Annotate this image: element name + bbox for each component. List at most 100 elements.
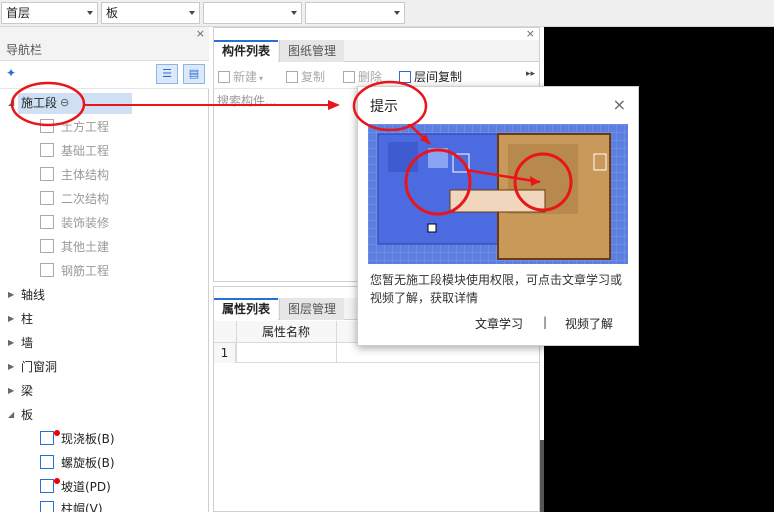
category-select-value: 板: [106, 6, 119, 20]
sub-item-decoration[interactable]: 装饰装修: [40, 212, 109, 234]
collapsed-arrow-icon[interactable]: ▶: [8, 308, 14, 330]
copy-button[interactable]: 复制: [286, 68, 325, 85]
sub-item-rebar[interactable]: 钢筋工程: [40, 260, 109, 282]
floor-select[interactable]: 首层: [1, 2, 98, 24]
new-badge-dot: [54, 478, 60, 484]
tree-item-label: 柱: [21, 312, 34, 326]
collapsed-arrow-icon[interactable]: ▶: [8, 356, 14, 378]
article-link[interactable]: 文章学习: [475, 315, 523, 332]
nav-title: 导航栏: [6, 43, 43, 57]
collapsed-arrow-icon[interactable]: ▶: [8, 380, 14, 402]
chevron-down-icon: [394, 11, 400, 15]
earthwork-icon: [40, 119, 54, 133]
sub-item-other-civil[interactable]: 其他土建: [40, 236, 109, 258]
panel-splitter[interactable]: [540, 440, 544, 512]
sub-item-label: 土方工程: [61, 120, 110, 134]
sub-item-main-structure[interactable]: 主体结构: [40, 164, 109, 186]
expand-arrow-icon[interactable]: ◢: [8, 92, 14, 114]
tree-view-icon[interactable]: ▤: [183, 64, 205, 84]
sub-item-label: 二次结构: [61, 192, 110, 206]
new-button[interactable]: 新建 ▾: [218, 68, 263, 85]
sparkle-icon[interactable]: ✦: [6, 66, 16, 80]
sub-item-spiral-slab[interactable]: 螺旋板(B): [40, 452, 115, 474]
sub-item-foundation[interactable]: 基础工程: [40, 140, 109, 162]
sub-item-label: 柱帽(V): [61, 502, 103, 512]
delete-button[interactable]: 删除: [343, 68, 382, 85]
copy-icon: [286, 71, 298, 83]
house-icon: [40, 215, 54, 229]
chevron-down-icon: [189, 11, 195, 15]
delete-label: 删除: [358, 70, 383, 84]
tab-layer-management[interactable]: 图层管理: [279, 298, 345, 320]
category-select[interactable]: 板: [101, 2, 200, 24]
nav-toolbar: ✦ ☰ ▤: [0, 61, 209, 89]
more-icon[interactable]: ▸▸: [526, 69, 535, 79]
sub-item-label: 坡道(PD): [61, 480, 111, 494]
sub-item-secondary-structure[interactable]: 二次结构: [40, 188, 109, 210]
expand-arrow-icon[interactable]: ◢: [8, 404, 14, 426]
sub-item-cast-slab[interactable]: 现浇板(B): [40, 428, 115, 450]
tab-property-list[interactable]: 属性列表: [214, 298, 279, 320]
search-input[interactable]: 搜索构件...: [216, 91, 356, 111]
top-toolbar: 首层 板: [0, 0, 774, 27]
sub-item-label: 其他土建: [61, 240, 110, 254]
column-divider: [236, 321, 237, 363]
trash-icon: [343, 71, 355, 83]
tree-item-label: 轴线: [21, 288, 46, 302]
popup-title: 提示: [370, 99, 398, 115]
type-select[interactable]: [203, 2, 302, 24]
table-row[interactable]: 1: [214, 343, 539, 363]
tab-drawing-management[interactable]: 图纸管理: [279, 40, 345, 62]
chevron-down-icon: ▾: [259, 74, 264, 83]
popup-links: 文章学习 | 视频了解: [358, 315, 638, 335]
column-header-name: 属性名称: [262, 325, 311, 339]
row-number: 1: [214, 343, 236, 363]
floor-copy-button[interactable]: 层间复制: [399, 68, 462, 85]
tree-item-label: 门窗洞: [21, 360, 58, 374]
column-divider: [336, 321, 337, 363]
spiral-icon: [40, 455, 54, 469]
link-separator: |: [543, 315, 548, 329]
new-badge-dot: [54, 430, 60, 436]
secondary-structure-icon: [40, 191, 54, 205]
slab-icon: [40, 431, 54, 445]
collapsed-arrow-icon[interactable]: ▶: [8, 284, 14, 306]
tree-item-label: 施工段: [21, 96, 58, 110]
column-cap-icon: [40, 501, 54, 512]
video-link[interactable]: 视频了解: [565, 315, 613, 332]
permission-popup: 提示 × 您暂无施工段模块使用权限，可点击文章学习或视频了解，获取详情 文章学习…: [357, 86, 639, 346]
document-icon: [40, 239, 54, 253]
tab-component-list[interactable]: 构件列表: [214, 40, 279, 62]
rebar-icon: [40, 263, 54, 277]
chevron-down-icon: [291, 11, 297, 15]
sub-item-earthwork[interactable]: 土方工程: [40, 116, 109, 138]
floor-select-value: 首层: [6, 6, 31, 20]
sub-item-column-cap[interactable]: 柱帽(V): [40, 498, 103, 512]
sub-item-ramp[interactable]: 坡道(PD): [40, 476, 111, 498]
structure-icon: [40, 167, 54, 181]
floor-copy-label: 层间复制: [414, 70, 463, 84]
component-tabs: 构件列表 图纸管理: [214, 40, 539, 62]
sub-item-label: 钢筋工程: [61, 264, 110, 278]
close-icon[interactable]: ×: [526, 27, 535, 40]
component-select[interactable]: [305, 2, 405, 24]
close-icon[interactable]: ×: [196, 27, 205, 40]
sub-item-label: 螺旋板(B): [61, 456, 115, 470]
ramp-icon: [40, 479, 54, 493]
floor-copy-icon: [399, 71, 411, 83]
nav-header: 导航栏 ×: [0, 27, 209, 61]
list-view-icon[interactable]: ☰: [156, 64, 178, 84]
floor-plan-illustration: [368, 124, 628, 264]
popup-message: 您暂无施工段模块使用权限，可点击文章学习或视频了解，获取详情: [370, 273, 623, 305]
sub-item-label: 主体结构: [61, 168, 110, 182]
tree-item-label: 板: [21, 408, 34, 422]
tree-item-label: 梁: [21, 384, 34, 398]
sub-item-label: 基础工程: [61, 144, 110, 158]
lock-icon: ⊖: [60, 96, 70, 109]
sub-item-label: 现浇板(B): [61, 432, 115, 446]
chevron-down-icon: [87, 11, 93, 15]
new-icon: [218, 71, 230, 83]
collapsed-arrow-icon[interactable]: ▶: [8, 332, 14, 354]
close-icon[interactable]: ×: [613, 95, 626, 114]
sub-item-label: 装饰装修: [61, 216, 110, 230]
